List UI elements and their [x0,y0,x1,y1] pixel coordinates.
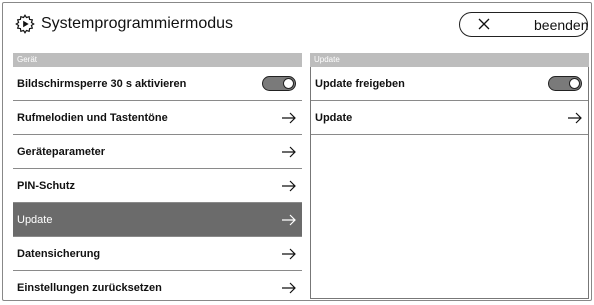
menu-item-label: Geräteparameter [17,146,106,158]
arrow-right-icon [282,282,296,294]
arrow-right-icon [282,214,296,226]
toggle-knob [283,78,294,89]
arrow-right-icon [282,248,296,260]
menu-item-label: Datensicherung [17,248,101,260]
exit-button[interactable]: beenden [459,12,589,37]
exit-button-label: beenden [534,17,589,33]
menu-item-label: Update freigeben [315,78,405,90]
menu-item-update[interactable]: Update [13,203,302,237]
arrow-right-icon [282,112,296,124]
arrow-right-icon [568,112,582,124]
header: Systemprogrammiermodus beenden [3,3,591,45]
menu-item-backup[interactable]: Datensicherung [13,237,302,271]
arrow-right-icon [282,180,296,192]
toggle-knob [569,78,580,89]
menu-item-label: Update [315,112,353,124]
enable-update-toggle[interactable] [548,76,582,91]
menu-item-label: PIN-Schutz [17,180,76,192]
menu-item-reset-settings[interactable]: Einstellungen zurücksetzen [13,271,302,305]
gear-icon [15,14,35,34]
menu-item-enable-update[interactable]: Update freigeben [311,67,588,101]
menu-item-label: Einstellungen zurücksetzen [17,282,162,294]
menu-item-label: Rufmelodien und Tastentöne [17,112,168,124]
menu-item-ringtones[interactable]: Rufmelodien und Tastentöne [13,101,302,135]
menu-item-label: Update [17,214,53,226]
arrow-right-icon [282,146,296,158]
menu-item-device-parameters[interactable]: Geräteparameter [13,135,302,169]
menu-item-label: Bildschirmsperre 30 s aktivieren [17,78,187,90]
menu-item-pin-protection[interactable]: PIN-Schutz [13,169,302,203]
settings-menu: Gerät Bildschirmsperre 30 s aktivieren R… [13,53,302,299]
detail-panel: Update Update freigeben Update [310,53,589,299]
page-title: Systemprogrammiermodus [41,15,234,32]
screen-lock-toggle[interactable] [262,76,296,91]
close-icon [478,18,490,30]
menu-item-screen-lock[interactable]: Bildschirmsperre 30 s aktivieren [13,67,302,101]
app-window: Systemprogrammiermodus beenden Gerät Bil… [2,2,592,301]
section-header: Gerät [13,53,302,67]
menu-item-update-detail[interactable]: Update [311,101,588,135]
section-header: Update [310,53,589,67]
